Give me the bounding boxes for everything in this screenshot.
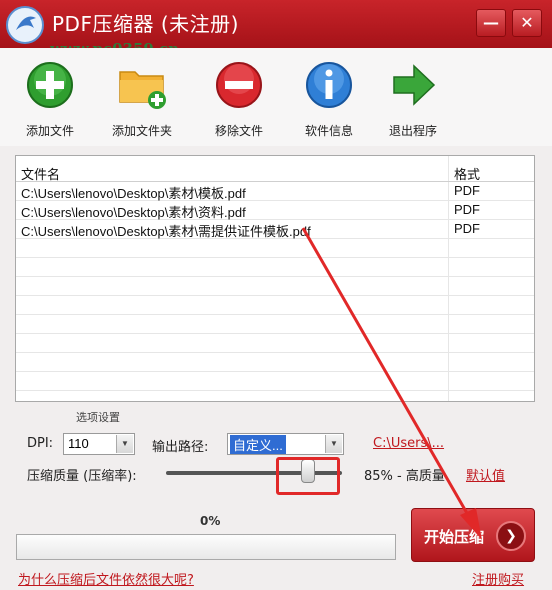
empty-row	[16, 352, 534, 372]
default-value-link[interactable]: 默认值	[466, 465, 505, 484]
output-path-value: 自定义...	[230, 435, 286, 454]
empty-row	[16, 371, 534, 391]
empty-row	[16, 257, 534, 277]
info-icon	[306, 62, 352, 108]
options-group-title: 选项设置	[76, 411, 120, 424]
software-info-button[interactable]: 软件信息	[283, 60, 375, 139]
exit-arrow-icon	[393, 64, 436, 106]
list-item[interactable]: C:\Users\lenovo\Desktop\素材\模板.pdf PDF	[16, 181, 534, 201]
file-list[interactable]: 文件名 格式 C:\Users\lenovo\Desktop\素材\模板.pdf…	[15, 155, 535, 402]
file-format: PDF	[454, 202, 480, 217]
close-button[interactable]: ✕	[512, 9, 542, 37]
help-link[interactable]: 为什么压缩后文件依然很大呢?	[18, 569, 194, 588]
add-folder-icon	[119, 71, 166, 109]
quality-label: 压缩质量 (压缩率):	[27, 469, 137, 484]
dpi-label: DPI:	[27, 436, 54, 451]
add-file-icon	[27, 62, 73, 108]
output-path-select[interactable]: 自定义... ▼	[227, 433, 344, 455]
remove-file-button[interactable]: 移除文件	[193, 60, 285, 139]
software-info-label: 软件信息	[304, 124, 353, 138]
output-path-link[interactable]: C:\Users\...	[373, 436, 444, 451]
file-format: PDF	[454, 221, 480, 236]
exit-program-button[interactable]: 退出程序	[367, 60, 459, 139]
add-file-label: 添加文件	[25, 124, 74, 138]
list-header: 文件名 格式	[16, 162, 534, 182]
remove-file-label: 移除文件	[214, 124, 263, 138]
start-compress-button[interactable]: 开始压缩 ❯	[411, 508, 535, 562]
start-compress-label: 开始压缩	[424, 528, 485, 546]
empty-row	[16, 314, 534, 334]
add-folder-button[interactable]: 添加文件夹	[96, 60, 188, 139]
empty-row	[16, 238, 534, 258]
arrow-circle-icon: ❯	[496, 521, 526, 551]
exit-program-label: 退出程序	[388, 124, 437, 138]
output-path-label: 输出路径:	[152, 440, 209, 455]
chevron-down-icon[interactable]: ▼	[116, 435, 133, 453]
register-link[interactable]: 注册购买	[472, 569, 524, 588]
add-file-button[interactable]: 添加文件	[4, 60, 96, 139]
annotation-highlight-box	[276, 457, 340, 495]
progress-bar	[16, 534, 396, 560]
empty-row	[16, 333, 534, 353]
quality-value-text: 85% - 高质量	[364, 469, 445, 484]
app-logo-icon	[6, 6, 44, 44]
list-item[interactable]: C:\Users\lenovo\Desktop\素材\需提供证件模板.pdf P…	[16, 219, 534, 239]
file-format: PDF	[454, 183, 480, 198]
dpi-value: 110	[68, 436, 89, 451]
minimize-button[interactable]: —	[476, 9, 506, 37]
empty-row	[16, 295, 534, 315]
remove-file-icon	[216, 62, 262, 108]
progress-percent: 0%	[200, 514, 221, 528]
window-title: PDF压缩器 (未注册)	[52, 12, 239, 36]
chevron-down-icon[interactable]: ▼	[325, 435, 342, 453]
list-item[interactable]: C:\Users\lenovo\Desktop\素材\资料.pdf PDF	[16, 200, 534, 220]
empty-row	[16, 276, 534, 296]
add-folder-label: 添加文件夹	[111, 124, 172, 138]
toolbar: 添加文件 添加文件夹 移除文件 软件信息 退出程序	[0, 48, 552, 146]
dpi-select[interactable]: 110 ▼	[63, 433, 135, 455]
